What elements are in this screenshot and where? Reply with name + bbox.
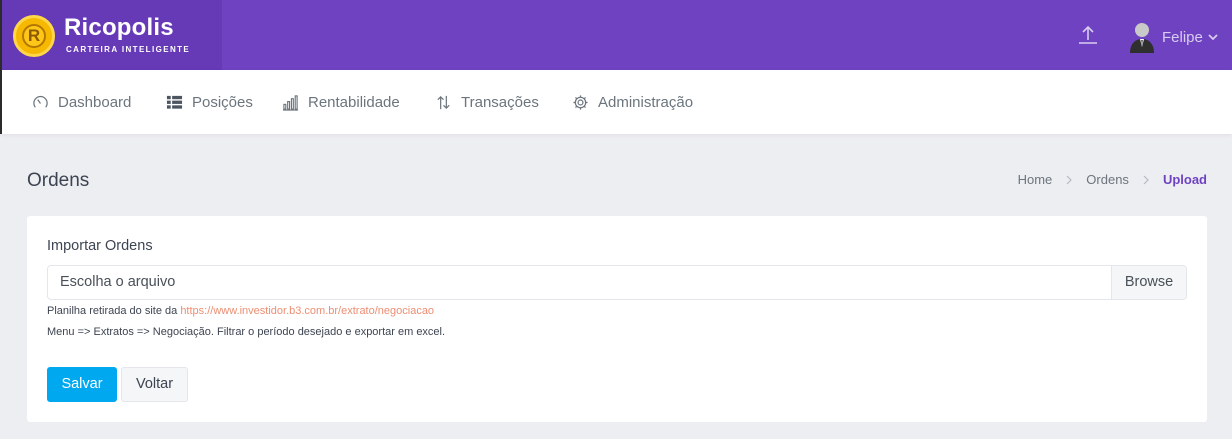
- import-label: Importar Ordens: [47, 238, 153, 254]
- upload-form-card: Importar Ordens Escolha o arquivo Browse…: [27, 216, 1207, 422]
- help-prefix: Planilha retirada do site da: [47, 305, 181, 317]
- logo-icon: R: [13, 15, 55, 57]
- nav-label: Administração: [598, 93, 694, 111]
- file-placeholder[interactable]: Escolha o arquivo: [48, 266, 1111, 299]
- bar-chart-icon: [282, 94, 299, 111]
- nav-label: Rentabilidade: [308, 93, 400, 111]
- nav-label: Posições: [192, 93, 253, 111]
- chevron-right-icon: [1066, 175, 1073, 184]
- help-text-instructions: Menu => Extratos => Negociação. Filtrar …: [47, 326, 446, 338]
- main-nav: Dashboard Posições Rentabilidade Transaç…: [0, 70, 1232, 134]
- nav-label: Dashboard: [58, 93, 132, 111]
- list-icon: [166, 95, 183, 109]
- brand-block[interactable]: R Ricopolis CARTEIRA INTELIGENTE: [2, 0, 222, 70]
- upload-icon[interactable]: [1076, 23, 1100, 47]
- nav-administracao[interactable]: Administração: [572, 92, 693, 112]
- avatar[interactable]: [1128, 21, 1156, 53]
- gauge-icon: [33, 95, 48, 108]
- brand-name: Ricopolis: [64, 14, 174, 41]
- chevron-down-icon[interactable]: [1207, 31, 1219, 43]
- nav-dashboard[interactable]: Dashboard: [32, 92, 131, 112]
- breadcrumb: Home Ordens Upload: [1018, 172, 1207, 187]
- brand-tagline: CARTEIRA INTELIGENTE: [66, 45, 191, 54]
- breadcrumb-home[interactable]: Home: [1018, 172, 1053, 187]
- save-button[interactable]: Salvar: [47, 367, 117, 402]
- page-title: Ordens: [27, 170, 90, 191]
- help-text-source: Planilha retirada do site da https://www…: [47, 305, 434, 317]
- nav-transacoes[interactable]: Transações: [435, 92, 539, 112]
- b3-link[interactable]: https://www.investidor.b3.com.br/extrato…: [180, 305, 434, 317]
- file-input[interactable]: Escolha o arquivo Browse: [47, 265, 1187, 300]
- nav-label: Transações: [461, 93, 539, 111]
- top-header: R Ricopolis CARTEIRA INTELIGENTE Felipe: [0, 0, 1232, 70]
- breadcrumb-upload: Upload: [1162, 172, 1207, 187]
- chevron-right-icon: [1143, 175, 1149, 184]
- gear-icon: [573, 94, 588, 110]
- user-name[interactable]: Felipe: [1162, 29, 1203, 46]
- logo-letter: R: [22, 24, 46, 48]
- transfer-arrows-icon: [437, 95, 450, 109]
- nav-rentabilidade[interactable]: Rentabilidade: [282, 92, 400, 112]
- browse-button[interactable]: Browse: [1111, 266, 1186, 299]
- back-button[interactable]: Voltar: [121, 367, 188, 402]
- nav-posicoes[interactable]: Posições: [166, 92, 253, 112]
- breadcrumb-ordens[interactable]: Ordens: [1086, 172, 1129, 187]
